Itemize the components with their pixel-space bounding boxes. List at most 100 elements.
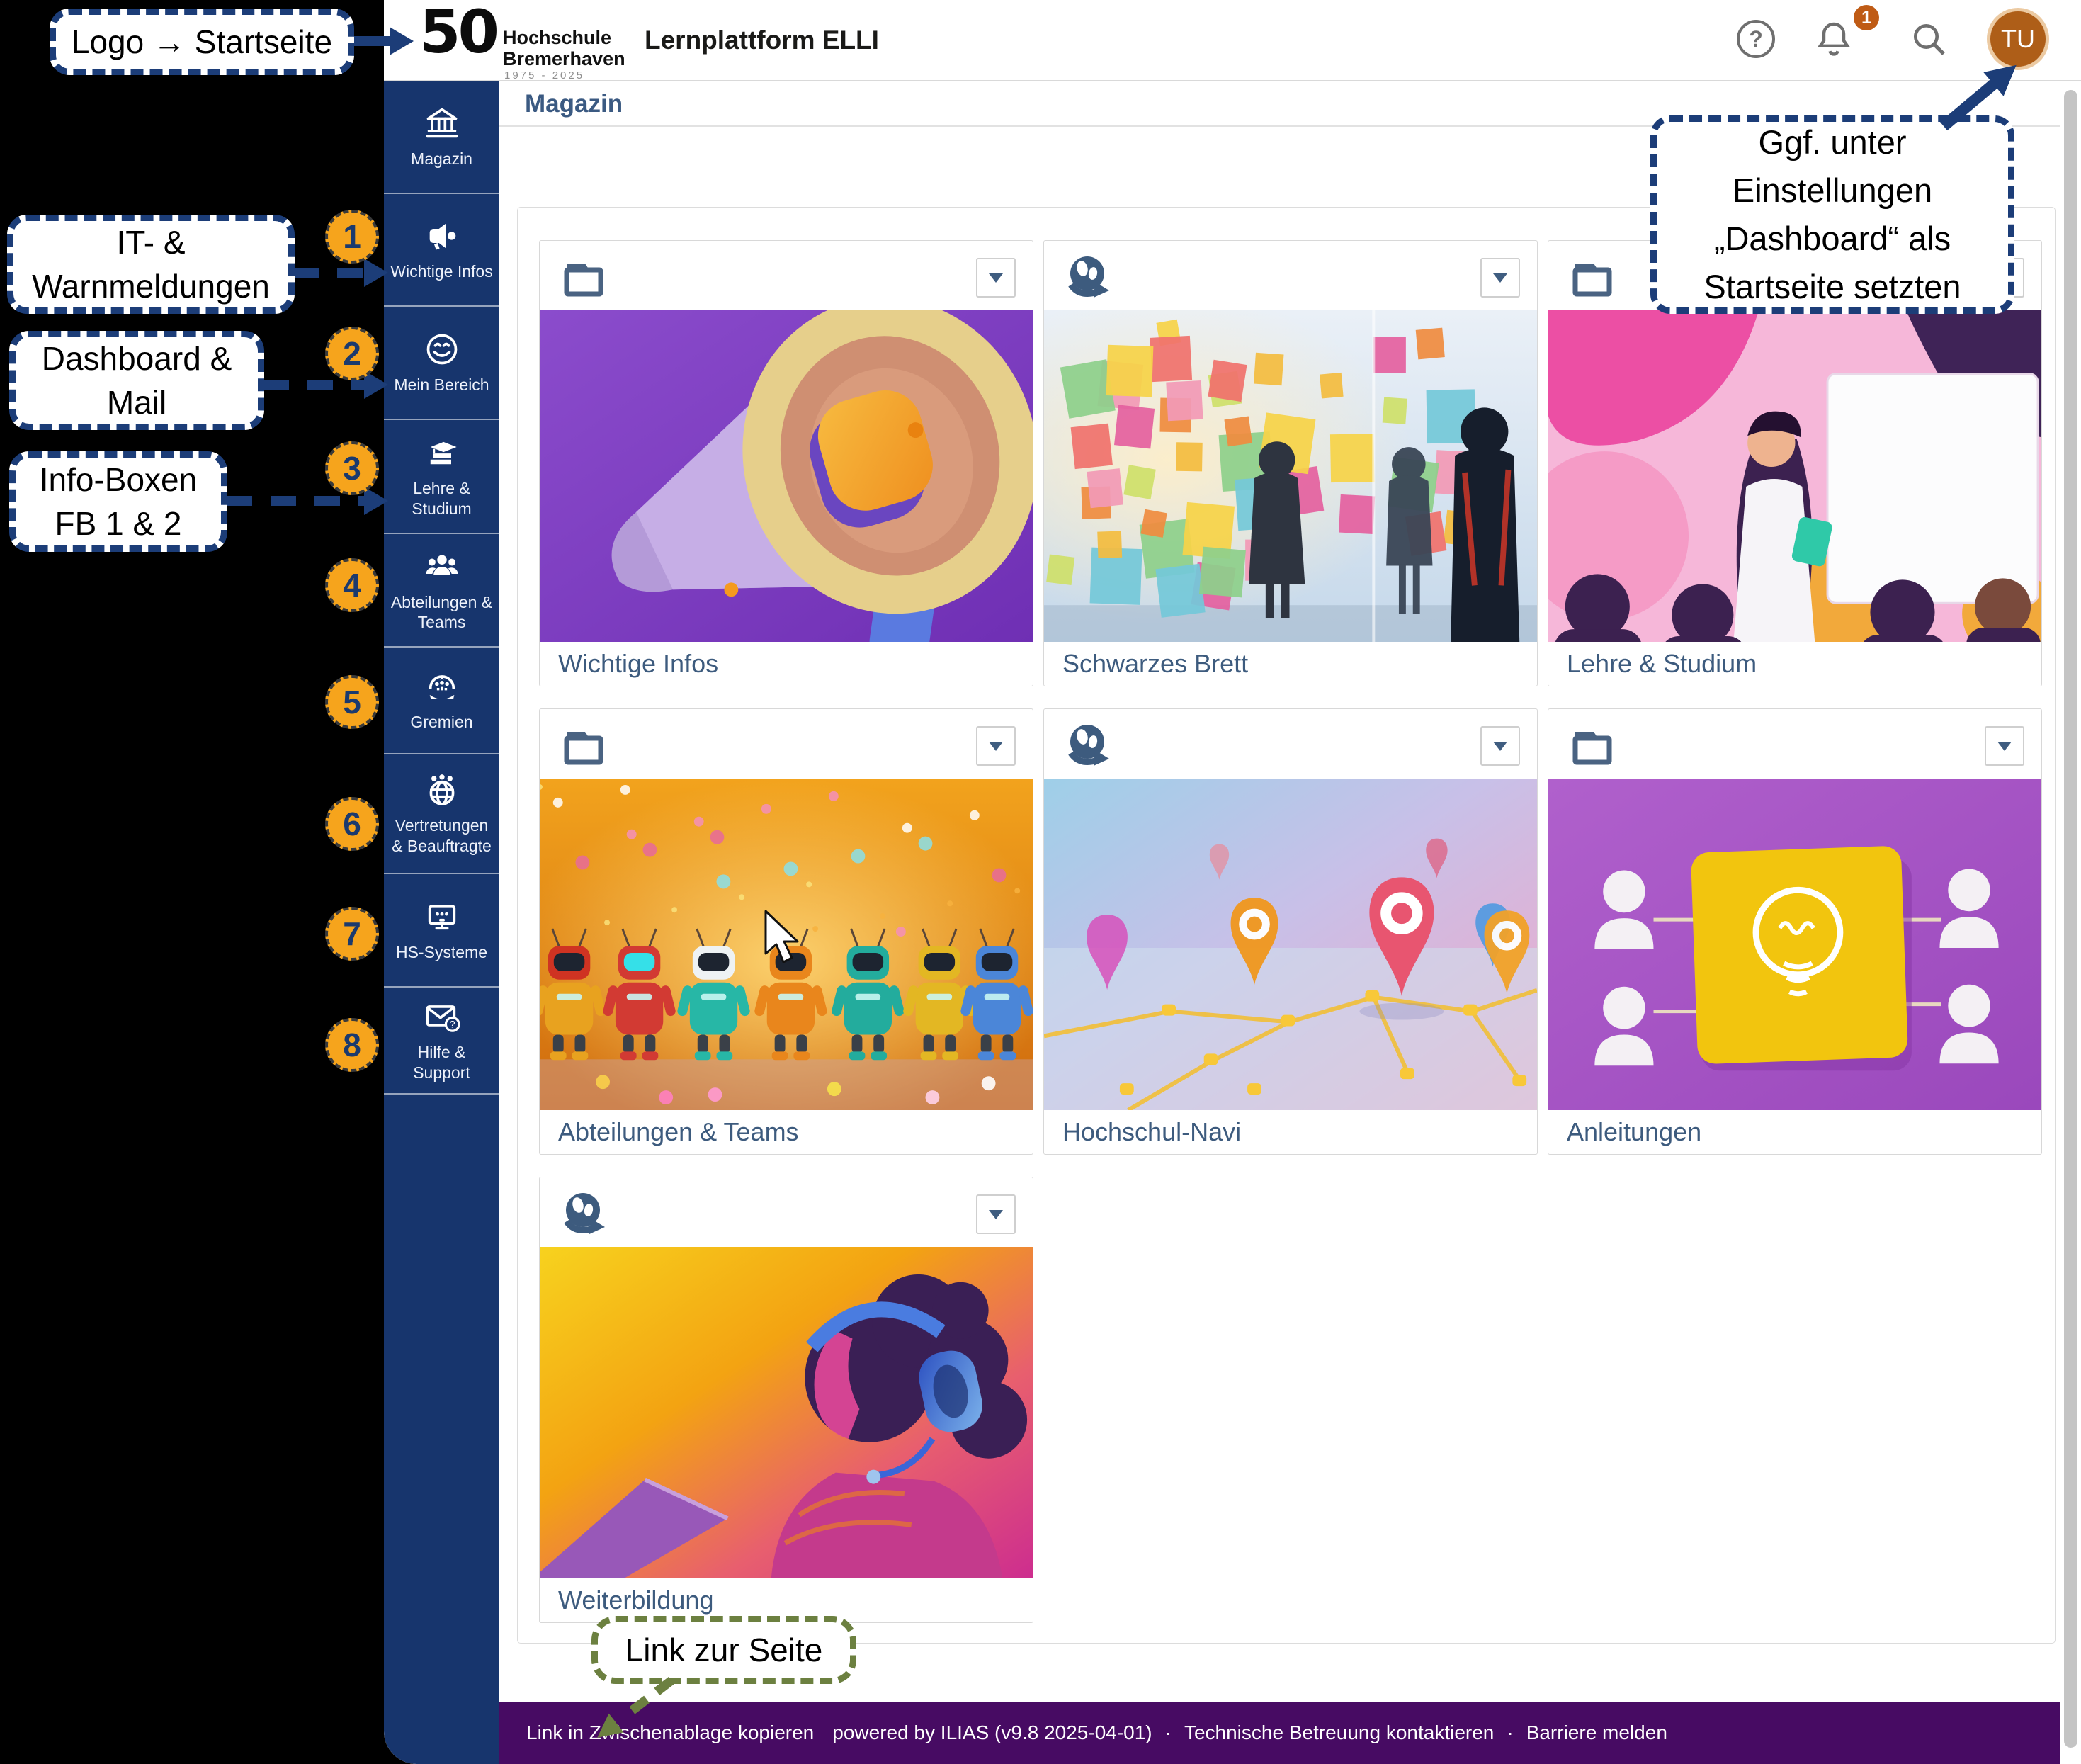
card-title[interactable]: Lehre & Studium [1548,642,2041,686]
sidebar-item-wichtige-infos[interactable]: Wichtige Infos [384,193,499,305]
mail-question-icon: ? [424,998,460,1035]
card-actions-dropdown[interactable] [1480,726,1520,766]
connector-arrow-1 [364,259,388,287]
callout-link-zur-seite: Link zur Seite [591,1616,856,1684]
scrollbar-track [2060,81,2081,1764]
card-title[interactable]: Anleitungen [1548,1110,2041,1154]
card-thumbnail [1548,310,2041,642]
callout-line: Startseite setzten [1703,263,1961,311]
notifications-bell-icon[interactable] [1813,18,1854,60]
connector-line-1 [293,268,367,278]
number-circle-2: 2 [325,327,379,380]
footer-separator: · [1507,1721,1513,1744]
card-thumbnail [1548,779,2041,1110]
sidebar-item-label: Gremien [410,712,472,732]
callout-logo-arrow-line [353,36,391,46]
callout-dashboard-mail: Dashboard &Mail [9,331,264,430]
folder-icon [1568,722,1616,770]
card-actions-dropdown[interactable] [976,726,1016,766]
connector-line-3 [227,496,367,506]
connector-line-2 [263,380,367,390]
callout-line: „Dashboard“ als [1714,215,1951,263]
callout-line: Einstellungen [1733,166,1932,215]
card-schwarzes-brett[interactable]: Schwarzes Brett [1043,240,1538,686]
card-wichtige-infos[interactable]: Wichtige Infos [539,240,1033,686]
sidebar-item-label: Abteilungen & Teams [388,592,495,632]
sidebar-item-mein-bereich[interactable]: Mein Bereich [384,305,499,419]
scrollbar-thumb[interactable] [2064,90,2077,1748]
callout-line: Mail [107,380,166,424]
number-circle-8: 8 [325,1018,379,1072]
card-anleitungen[interactable]: Anleitungen [1548,708,2042,1155]
footer-separator: · [1165,1721,1172,1744]
sidebar-item-magazin[interactable]: Magazin [384,81,499,193]
folder-icon [560,254,608,302]
number-circle-4: 4 [325,558,379,612]
card-thumbnail [540,310,1033,642]
callout-line: IT- & [116,220,185,264]
footer-support-link[interactable]: Technische Betreuung kontaktieren [1184,1721,1494,1744]
card-actions-dropdown[interactable] [976,1194,1016,1234]
help-icon[interactable]: ? [1735,18,1776,60]
svg-text:?: ? [449,1019,455,1030]
number-circle-3: 3 [325,441,379,495]
card-title[interactable]: Schwarzes Brett [1044,642,1537,686]
card-header [540,1177,1033,1247]
sidebar-item-hilfe-support[interactable]: ? Hilfe & Support [384,986,499,1093]
sidebar-item-hs-systeme[interactable]: HS-Systeme [384,873,499,986]
card-header [1044,709,1537,779]
sidebar-item-label: Magazin [411,149,472,169]
callout-link-arrow [592,1676,691,1747]
number-circle-1: 1 [325,210,379,264]
sidebar-item-label: Hilfe & Support [388,1042,495,1082]
footer-powered-by: powered by ILIAS (v9.8 2025-04-01) [832,1721,1152,1744]
card-hochschul-navi[interactable]: Hochschul-Navi [1043,708,1538,1155]
chevron-down-icon [989,273,1003,283]
weblink-icon [1064,254,1112,302]
assembly-icon [424,668,460,705]
card-header [540,241,1033,310]
monitor-icon [424,898,460,935]
card-header [1548,709,2041,779]
sidebar-item-lehre-studium[interactable]: Lehre & Studium [384,419,499,533]
chevron-down-icon [1997,742,2012,751]
sidebar-item-vertretungen-beauftragte[interactable]: Vertretungen & Beauftragte [384,753,499,873]
card-actions-dropdown[interactable] [1480,258,1520,298]
sidebar-item-label: HS-Systeme [396,942,487,962]
card-thumbnail [1044,310,1537,642]
callout-infoboxen: Info-BoxenFB 1 & 2 [9,451,227,552]
card-title[interactable]: Abteilungen & Teams [540,1110,1033,1154]
repository-panel: Wichtige Infos Schwarzes Brett Lehre & S… [517,207,2056,1644]
footer-bar: Link in Zwischenablage kopieren powered … [499,1702,2060,1764]
card-title[interactable]: Wichtige Infos [540,642,1033,686]
card-title[interactable]: Hochschul-Navi [1044,1110,1537,1154]
logo-link[interactable]: 50 HochschuleBremerhaven 1975 - 2025 [419,1,646,79]
folder-icon [1568,254,1616,302]
callout-line: FB 1 & 2 [55,502,182,545]
chevron-down-icon [989,1210,1003,1219]
card-thumbnail [1044,779,1537,1110]
megaphone-icon [424,217,460,254]
number-circle-7: 7 [325,907,379,961]
breadcrumb[interactable]: Magazin [525,90,623,118]
mouse-cursor [764,910,803,966]
weblink-icon [560,1190,608,1238]
sidebar-item-label: Vertretungen & Beauftragte [388,815,495,855]
callout-line: Warnmeldungen [32,264,270,308]
sidebar: Magazin Wichtige Infos Mein Bereich Lehr… [384,81,499,1764]
card-header [540,709,1033,779]
sidebar-item-label: Mein Bereich [394,375,489,395]
bank-icon [424,105,460,142]
callout-logo: Logo → Startseite [50,9,354,75]
chevron-down-icon [1493,273,1507,283]
card-actions-dropdown[interactable] [976,258,1016,298]
globe-people-icon [424,771,460,808]
sidebar-item-abteilungen-teams[interactable]: Abteilungen & Teams [384,533,499,646]
sidebar-item-gremien[interactable]: Gremien [384,646,499,753]
footer-barrier-link[interactable]: Barriere melden [1526,1721,1667,1744]
number-circle-5: 5 [325,675,379,729]
sidebar-item-label: Lehre & Studium [388,478,495,518]
card-weiterbildung[interactable]: Weiterbildung [539,1177,1033,1623]
callout-avatar-arrow [1938,47,2044,139]
card-actions-dropdown[interactable] [1985,726,2024,766]
